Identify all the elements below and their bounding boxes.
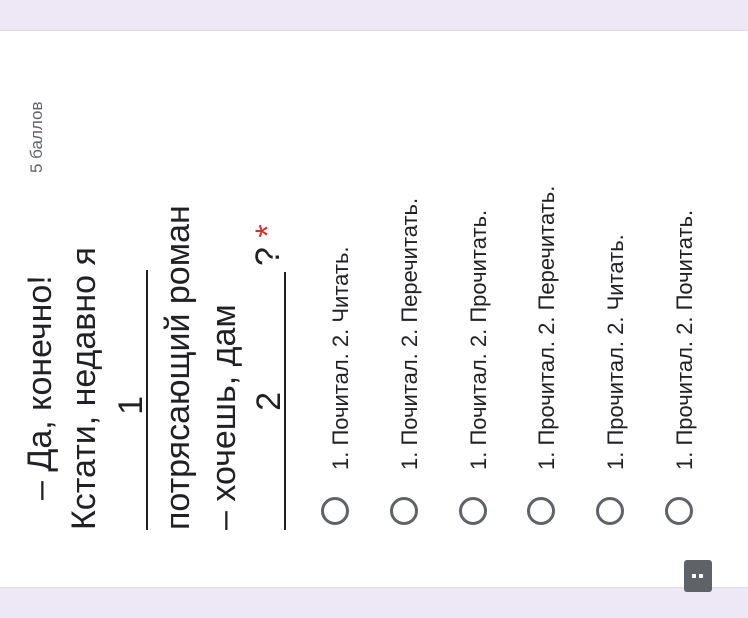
option-label-1[interactable]: 1. Почитал. 2. Читать. bbox=[328, 246, 353, 470]
option-radio-3[interactable] bbox=[459, 497, 487, 525]
option-radio-6[interactable] bbox=[665, 497, 693, 525]
option-label-6[interactable]: 1. Прочитал. 2. Почитать. bbox=[672, 210, 697, 470]
option-label-3[interactable]: 1. Почитал. 2. Прочитать. bbox=[466, 210, 491, 470]
feedback-icon[interactable] bbox=[684, 560, 712, 592]
option-label-5[interactable]: 1. Прочитал. 2. Читать. bbox=[603, 234, 628, 470]
question-line-4: потрясающий роман bbox=[159, 205, 197, 530]
option-label-2[interactable]: 1. Почитал. 2. Перечитать. bbox=[397, 198, 422, 470]
feedback-icon-glyph bbox=[692, 574, 703, 578]
blank-2-label: 2 bbox=[250, 392, 288, 411]
question-line-2: Кстати, недавно я bbox=[65, 247, 103, 530]
option-radio-5[interactable] bbox=[596, 497, 624, 525]
blank-2[interactable]: 2 bbox=[250, 272, 288, 530]
option-radio-2[interactable] bbox=[390, 497, 418, 525]
option-radio-1[interactable] bbox=[321, 497, 349, 525]
blank-1-label: 1 bbox=[112, 396, 150, 415]
question-line-1: – Да, конечно! bbox=[21, 275, 59, 500]
question-line-3: 1 bbox=[112, 270, 150, 530]
question-mark: ? bbox=[249, 247, 287, 266]
option-label-4[interactable]: 1. Прочитал. 2. Перечитать. bbox=[534, 186, 559, 470]
option-radio-4[interactable] bbox=[527, 497, 555, 525]
points-label: 5 баллов bbox=[27, 101, 46, 174]
question-line-5: – хочешь, дам bbox=[205, 304, 243, 530]
question-line-6: 2? * bbox=[249, 224, 288, 530]
required-star: * bbox=[249, 224, 287, 238]
blank-1[interactable]: 1 bbox=[112, 270, 150, 530]
